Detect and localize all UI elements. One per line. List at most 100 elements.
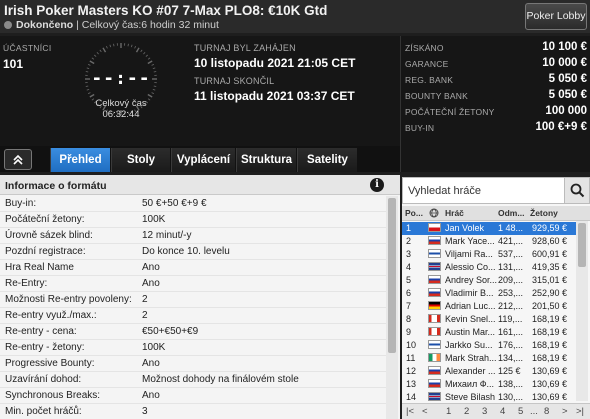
format-row-key: Re-entry využ./max.: — [5, 310, 97, 321]
tab-tables[interactable]: Stoly — [111, 148, 170, 172]
tab-overview[interactable]: Přehled — [50, 148, 110, 172]
chevron-up-icon[interactable] — [4, 149, 32, 170]
format-row-value: 100K — [142, 214, 166, 225]
player-name: Jarkko Su... — [445, 340, 493, 350]
page-link[interactable]: > — [562, 406, 568, 417]
page-link[interactable]: ... — [530, 406, 538, 417]
stat-row-starting-chips: POČÁTEČNÍ ŽETONY 100 000 — [401, 104, 590, 120]
country-flag-icon — [428, 223, 441, 232]
player-row[interactable]: 1 Jan Volek 1 48... 929,59 € — [402, 222, 576, 235]
format-row: Re-entry - cena: €50+€50+€9 — [0, 324, 386, 340]
header-chips[interactable]: Žetony — [530, 208, 558, 218]
player-name: Alessio Co... — [445, 262, 496, 272]
prize-stats-panel: ZÍSKÁNO 10 100 € GARANCE 10 000 € REG. B… — [400, 36, 590, 172]
format-scroll-thumb[interactable] — [388, 198, 396, 353]
format-row-key: Buy-in: — [5, 198, 37, 209]
player-row[interactable]: 10 Jarkko Su... 176,... 168,19 € — [402, 339, 576, 352]
format-row-key: Progressive Bounty: — [5, 358, 95, 369]
player-search-box[interactable]: Vyhledat hráče — [402, 177, 590, 204]
ended-label: TURNAJ SKONČIL — [194, 76, 275, 86]
info-icon[interactable]: i — [370, 178, 384, 192]
player-row[interactable]: 4 Alessio Co... 131,... 419,35 € — [402, 261, 576, 274]
format-row-key: Re-entry - cena: — [5, 326, 77, 337]
page-link[interactable]: >| — [576, 406, 584, 417]
player-scrollbar[interactable] — [576, 221, 588, 401]
stat-row-reg-bank: REG. BANK 5 050 € — [401, 72, 590, 88]
page-link[interactable]: |< — [406, 406, 414, 417]
player-search-input[interactable]: Vyhledat hráče — [408, 185, 481, 197]
player-name: Alexander ... — [445, 366, 496, 376]
status-dot-icon — [4, 21, 12, 29]
tab-structure[interactable]: Struktura — [236, 148, 296, 172]
page-link[interactable]: < — [422, 406, 428, 417]
header-player[interactable]: Hráč — [445, 208, 464, 218]
player-prize: 209,... — [498, 275, 524, 285]
format-row-key: Možnosti Re-entry povoleny: — [5, 294, 132, 305]
player-row[interactable]: 13 Михаил Ф... 138,... 130,69 € — [402, 378, 576, 391]
format-row: Synchronous Breaks: Ano — [0, 388, 386, 404]
poker-lobby-button[interactable]: Poker Lobby — [525, 3, 587, 30]
player-position: 4 — [406, 262, 412, 272]
player-row[interactable]: 2 Mark Yace... 421,... 928,60 € — [402, 235, 576, 248]
status-badge: Dokončeno — [16, 19, 74, 31]
player-prize: 1 48... — [498, 223, 524, 233]
format-row: Pozdní registrace: Do konce 10. levelu — [0, 244, 386, 260]
format-row: Re-entry využ./max.: 2 — [0, 308, 386, 324]
search-icon[interactable] — [564, 178, 589, 203]
player-row[interactable]: 12 Alexander ... 125 € 130,69 € — [402, 365, 576, 378]
tab-payouts[interactable]: Vyplácení — [171, 148, 235, 172]
player-position: 11 — [406, 353, 416, 363]
page-link[interactable]: 4 — [500, 406, 505, 417]
player-row[interactable]: 7 Adrian Luc... 212,... 201,50 € — [402, 300, 576, 313]
player-chips: 201,50 € — [532, 301, 568, 311]
player-chips: 928,60 € — [532, 236, 568, 246]
player-name: Andrey Sor... — [445, 275, 497, 285]
format-row-value: 3 — [142, 406, 148, 417]
player-chips: 252,90 € — [532, 288, 568, 298]
ended-value: 11 listopadu 2021 03:37 CET — [194, 89, 355, 103]
tab-satellites[interactable]: Satelity — [297, 148, 357, 172]
tournament-status-line: Dokončeno | Celkový čas:6 hodin 32 minut — [4, 19, 219, 31]
format-row-key: Pozdní registrace: — [5, 246, 86, 257]
player-chips: 168,19 € — [532, 340, 568, 350]
stat-row-won: ZÍSKÁNO 10 100 € — [401, 40, 590, 56]
format-row-value: Ano — [142, 262, 160, 273]
player-prize: 130,... — [498, 392, 524, 402]
player-prize: 125 € — [498, 366, 521, 376]
stat-row-guarantee: GARANCE 10 000 € — [401, 56, 590, 72]
format-row-value: 2 — [142, 294, 148, 305]
player-row[interactable]: 8 Kevin Snel... 119,... 168,19 € — [402, 313, 576, 326]
player-scroll-thumb[interactable] — [578, 223, 586, 267]
stat-label: REG. BANK — [405, 75, 454, 85]
player-prize: 134,... — [498, 353, 524, 363]
player-name: Viljami Ra... — [445, 249, 493, 259]
player-row[interactable]: 5 Andrey Sor... 209,... 315,01 € — [402, 274, 576, 287]
player-row[interactable]: 11 Mark Strah... 134,... 168,19 € — [402, 352, 576, 365]
player-row[interactable]: 9 Austin Mar... 161,... 168,19 € — [402, 326, 576, 339]
header-position[interactable]: Po... — [405, 208, 423, 218]
stat-label: BOUNTY BANK — [405, 91, 468, 101]
format-row-key: Synchronous Breaks: — [5, 390, 101, 401]
tournament-title: Irish Poker Masters KO #07 7-Max PLO8: €… — [4, 3, 328, 18]
player-prize: 161,... — [498, 327, 524, 337]
format-row: Úrovně sázek blind: 12 minut/-y — [0, 228, 386, 244]
format-row-value: 12 minut/-y — [142, 230, 192, 241]
player-position: 8 — [406, 314, 412, 324]
player-row[interactable]: 3 Viljami Ra... 537,... 600,91 € — [402, 248, 576, 261]
page-link[interactable]: 5 — [518, 406, 523, 417]
format-row-value: Ano — [142, 358, 160, 369]
stat-label: POČÁTEČNÍ ŽETONY — [405, 107, 495, 117]
page-link[interactable]: 8 — [544, 406, 549, 417]
header-prize[interactable]: Odm... — [498, 208, 524, 218]
country-flag-icon — [428, 249, 441, 258]
clock-value: 06:32:44 — [102, 109, 140, 120]
page-link[interactable]: 2 — [464, 406, 469, 417]
player-row[interactable]: 6 Vladimir B... 253,... 252,90 € — [402, 287, 576, 300]
country-flag-icon — [428, 379, 441, 388]
format-row-key: Počáteční žetony: — [5, 214, 85, 225]
page-link[interactable]: 3 — [482, 406, 487, 417]
format-scrollbar[interactable] — [386, 196, 398, 419]
stat-value: 10 000 € — [542, 57, 587, 69]
stat-row-buy-in: BUY-IN 100 €+9 € — [401, 120, 590, 136]
page-link[interactable]: 1 — [446, 406, 451, 417]
